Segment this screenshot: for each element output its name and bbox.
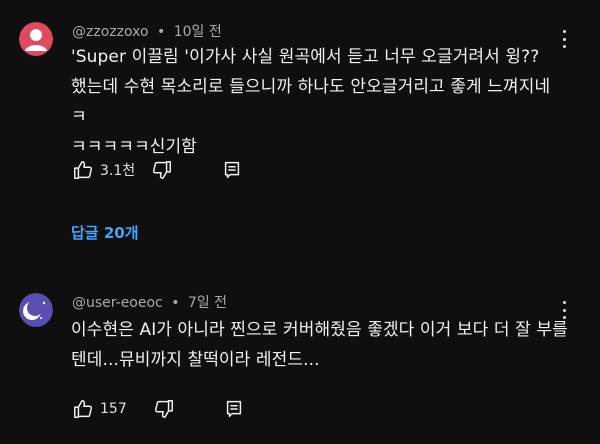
comment-meta: @user-eoeoc • 7일 전 [72,292,227,312]
dislike-button[interactable] [153,398,175,420]
reply-button[interactable] [223,398,245,420]
like-count: 157 [100,401,127,417]
comment-author[interactable]: @zzozzoxo [72,24,149,40]
comment-actions: 3.1천 [72,158,243,182]
reply-button[interactable] [221,159,243,181]
user-avatar-image [19,293,53,327]
comment-1: @zzozzoxo • 10일 전 'Super 이끌림 '이가사 사실 원곡에… [0,0,600,260]
comment-time[interactable]: 7일 전 [188,295,227,311]
comment-time[interactable]: 10일 전 [174,24,222,40]
comment-2: @user-eoeoc • 7일 전 이수현은 AI가 아니라 찐으로 커버해줬… [0,280,600,444]
avatar[interactable] [19,293,53,327]
thumbs-down-icon [153,161,172,179]
comment-actions: 157 [72,397,245,421]
like-button[interactable]: 157 [72,398,127,420]
comments-panel: @zzozzoxo • 10일 전 'Super 이끌림 '이가사 사실 원곡에… [0,0,600,444]
reply-comment-icon [226,400,241,418]
thumbs-down-icon [154,400,173,418]
comment-text: 이수현은 AI가 아니라 찐으로 커버해줬음 좋겠다 이거 보다 더 잘 부를 … [71,320,568,370]
view-replies-button[interactable]: 답글 20개 [71,222,139,243]
meta-separator: • [171,295,180,311]
dislike-button[interactable] [151,159,173,181]
avatar[interactable] [19,22,53,56]
like-count: 3.1천 [100,163,136,179]
comment-meta: @zzozzoxo • 10일 전 [72,21,222,41]
thumbs-up-icon [74,161,93,179]
meta-separator: • [156,24,166,40]
default-avatar-icon [19,22,53,56]
comment-text: 'Super 이끌림 '이가사 사실 원곡에서 듣고 너무 오글거려서 윙?? … [71,47,551,157]
comment-author[interactable]: @user-eoeoc [72,295,163,311]
thumbs-up-icon [74,400,93,418]
like-button[interactable]: 3.1천 [72,159,135,181]
reply-comment-icon [225,161,240,179]
